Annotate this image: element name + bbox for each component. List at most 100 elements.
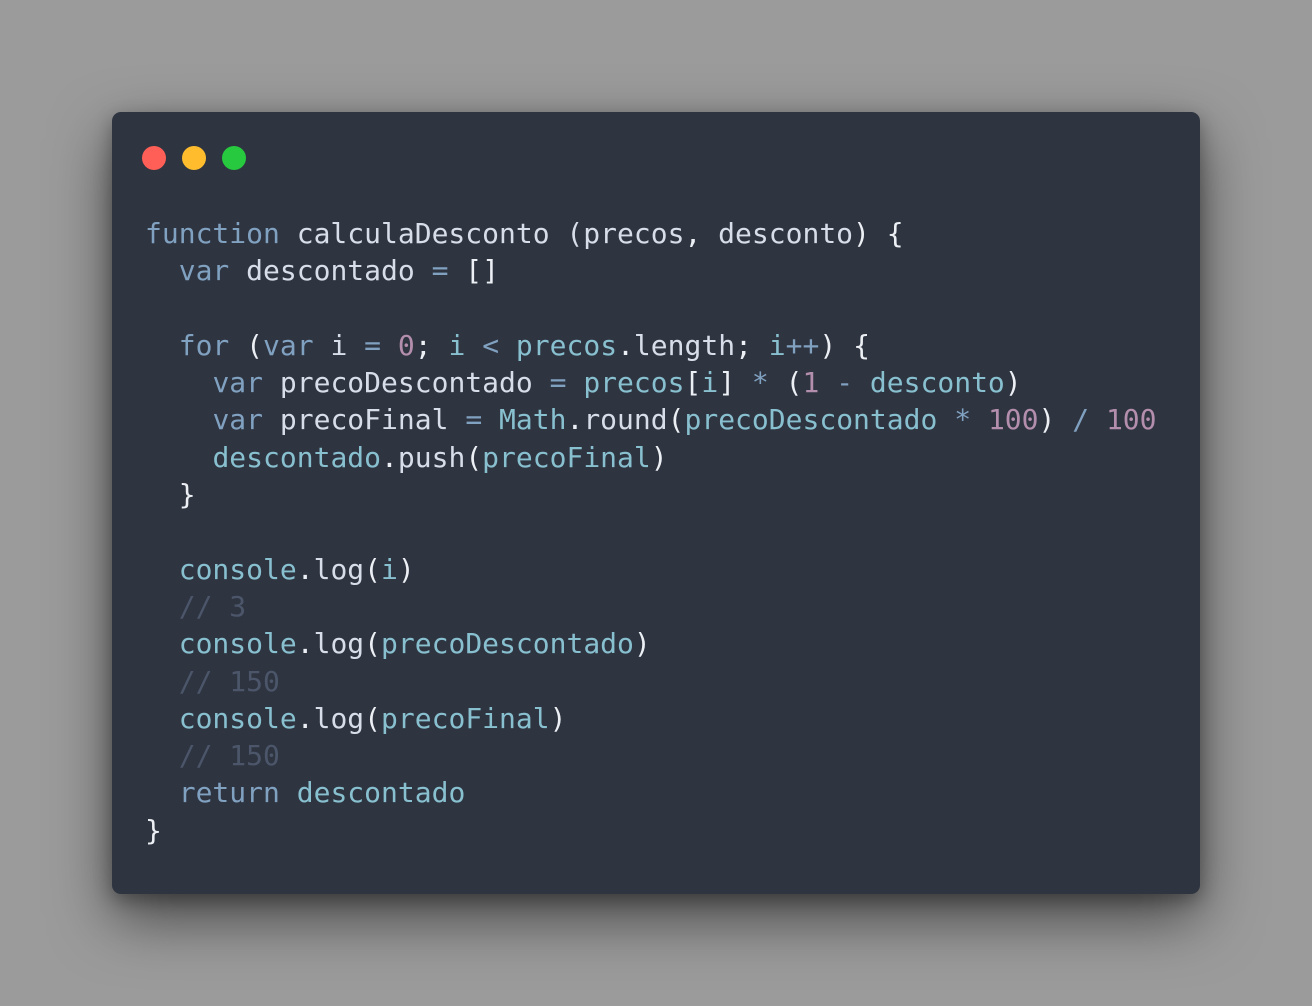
code-token-identifier: descontado [229,254,432,288]
code-token-punctuation: ) [1038,403,1073,437]
code-token-punctuation: ; [414,328,449,362]
code-token-identifier [145,590,179,623]
code-token-punctuation: ( [667,403,685,437]
code-token-operator: - [836,366,854,400]
code-token-identifier: precoDescontado [263,366,550,400]
code-token-variable: precos [583,366,685,400]
code-token-number: 100 [1105,403,1157,437]
code-line: // 150 [145,663,1157,700]
code-token-identifier [145,553,179,586]
code-token-variable: i [448,328,466,362]
code-token-keyword: for [178,328,230,362]
code-token-variable: console [178,701,297,735]
code-token-variable: precoDescontado [684,403,938,437]
code-token-punctuation: ) { [819,328,870,362]
code-token-identifier [145,254,179,287]
code-token-identifier: log [313,701,365,735]
code-line: // 150 [145,737,1157,774]
code-token-identifier: precoFinal [263,403,466,437]
code-token-comment: // 150 [178,739,280,773]
code-token-identifier [145,441,212,474]
code-token-keyword: var [178,254,230,288]
maximize-button[interactable] [222,146,246,170]
code-token-identifier [145,702,179,735]
code-token-variable: console [178,627,297,661]
code-token-identifier [145,627,179,660]
code-line: } [145,812,1157,849]
code-token-operator: = [431,254,449,288]
code-line: var descontado = [] [145,252,1157,289]
code-line: } [145,476,1157,513]
code-token-identifier [971,403,988,436]
code-token-number: 1 [802,366,820,400]
code-token-punctuation: . [296,552,314,586]
code-token-keyword: function [145,217,280,250]
code-token-identifier [145,366,212,399]
code-token-punctuation: ( [229,328,264,362]
code-token-variable: Math [499,403,567,437]
code-line: var precoFinal = Math.round(precoDescont… [145,401,1157,438]
code-token-identifier [381,329,398,362]
code-line: descontado.push(precoFinal) [145,439,1157,476]
code-token-punctuation: . [566,403,584,437]
code-token-identifier [145,329,179,362]
code-token-number: 0 [397,328,415,362]
code-token-variable: i [381,552,398,586]
code-token-variable: precoDescontado [381,627,634,661]
code-token-operator: < [482,328,500,362]
code-token-punctuation: } [145,478,196,512]
code-token-identifier: length [633,328,736,362]
code-token-punctuation: ; [735,328,769,362]
code-token-identifier: calculaDesconto ( [279,217,584,250]
code-token-operator: / [1072,403,1090,437]
code-token-punctuation: ( [465,440,483,474]
code-token-identifier [853,366,870,399]
code-token-variable: descontado [296,776,466,810]
code-token-variable: precoFinal [482,440,651,474]
code-token-identifier: desconto [718,217,854,250]
code-token-keyword: var [212,403,264,437]
code-token-identifier: i [313,328,365,362]
code-token-punctuation: ] [718,366,752,400]
code-token-punctuation: , [684,217,719,250]
code-token-identifier [1089,403,1106,436]
code-token-variable: precoFinal [381,701,550,735]
minimize-button[interactable] [182,146,206,170]
code-token-punctuation: ) [1004,366,1022,400]
code-token-punctuation: ) [397,552,415,586]
code-token-operator: ++ [785,328,820,362]
code-token-identifier [145,739,179,772]
code-token-keyword: return [178,776,280,810]
code-token-operator: = [465,403,483,437]
code-token-punctuation: . [617,328,634,362]
code-token-operator: * [954,403,972,437]
code-line: return descontado [145,774,1157,811]
code-token-operator: = [364,328,382,362]
code-token-operator: * [751,366,769,400]
code-line: for (var i = 0; i < precos.length; i++) … [145,327,1157,364]
code-token-variable: console [178,552,297,586]
code-token-punctuation: ( [364,627,382,661]
code-token-punctuation: } [145,813,162,847]
code-token-identifier: push [397,440,466,474]
code-token-punctuation: ) { [853,217,904,250]
code-token-identifier: log [313,552,365,586]
code-token-identifier [465,329,482,362]
code-token-operator: = [549,366,567,400]
code-token-punctuation: ( [364,552,382,586]
code-line: // 3 [145,588,1157,625]
code-line: console.log(precoFinal) [145,700,1157,737]
code-token-punctuation: ( [364,701,382,735]
code-window: function calculaDesconto ( precos, descon… [112,112,1200,894]
code-token-identifier: round [583,403,668,437]
code-token-identifier [280,776,297,809]
code-token-identifier [499,329,516,362]
code-token-keyword: var [212,366,264,400]
code-line: console.log(i) [145,551,1157,588]
code-token-punctuation: . [296,701,314,735]
code-token-punctuation: [ [684,366,702,400]
code-token-punctuation: ) [650,440,668,474]
close-button[interactable] [142,146,166,170]
